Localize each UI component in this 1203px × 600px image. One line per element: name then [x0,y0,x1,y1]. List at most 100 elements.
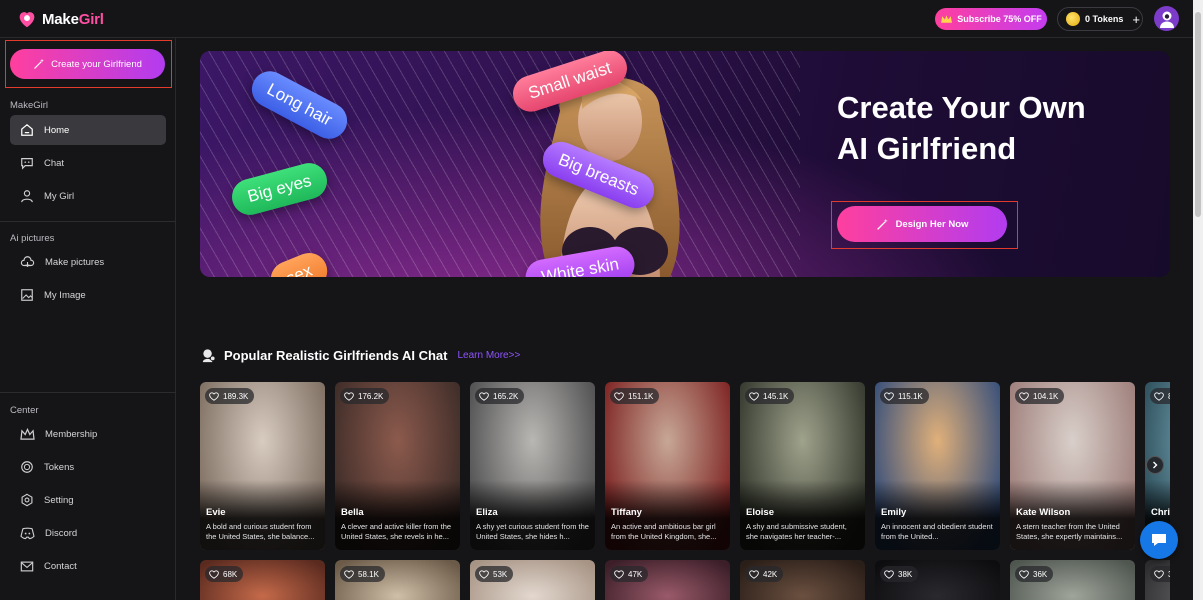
support-chat-button[interactable] [1140,521,1178,559]
card-description: A clever and active killer from the Unit… [341,522,452,541]
magic-wand-icon [34,58,45,69]
app-root: MakeGirl Subscribe 75% OFF 0 Tokens + Cr… [0,0,1203,600]
logo-text: MakeGirl [42,10,104,28]
discord-icon [20,527,35,539]
likes-badge[interactable]: 165.2K [475,388,525,404]
likes-badge[interactable]: 36K [1015,566,1054,582]
sidebar-item-tokens[interactable]: Tokens [10,452,166,482]
likes-badge[interactable]: 53K [475,566,514,582]
learn-more-link[interactable]: Learn More>> [457,350,520,361]
home-icon [21,123,33,136]
sidebar-item-chat[interactable]: Chat [10,148,166,178]
heart-icon [884,391,894,401]
sidebar-item-contact[interactable]: Contact [10,551,166,581]
likes-count: 53K [493,569,508,579]
girlfriend-card[interactable]: 115.1K Emily An innocent and obedient stud… [875,382,1000,550]
sidebar-divider [0,392,176,393]
girlfriend-card[interactable]: 145.1K Eloise A shy and submissive student… [740,382,865,550]
heart-icon [1154,391,1164,401]
girlfriend-card[interactable]: 47K [605,560,730,600]
girlfriend-card[interactable]: 42K [740,560,865,600]
likes-badge[interactable]: 145.1K [745,388,795,404]
magic-wand-icon [876,218,888,230]
card-name: Kate Wilson [1016,507,1071,518]
crown-icon [941,15,953,23]
sidebar-item-setting[interactable]: Setting [10,485,166,515]
sidebar-item-label: Discord [45,527,78,539]
likes-badge[interactable]: 151.1K [610,388,660,404]
logo[interactable]: MakeGirl [16,8,104,30]
likes-badge[interactable]: 42K [745,566,784,582]
likes-badge[interactable]: 58.1K [340,566,385,582]
chat-bubble-icon [1152,534,1166,546]
likes-count: 145.1K [763,391,789,401]
girlfriend-card[interactable]: 38K [875,560,1000,600]
sidebar-item-home[interactable]: Home [10,115,166,145]
hero-title: Create Your Own AI Girlfriend [837,87,1086,169]
likes-count: 115.1K [898,391,923,401]
design-her-now-label: Design Her Now [895,218,969,230]
sidebar-item-discord[interactable]: Discord [10,518,166,548]
scrollbar-thumb[interactable] [1195,12,1201,217]
page-scrollbar[interactable] [1193,0,1203,600]
sidebar-item-membership[interactable]: Membership [10,419,166,449]
heart-icon [1019,569,1029,579]
girlfriend-card[interactable]: 104.1K Kate Wilson A stern teacher from th… [1010,382,1135,550]
heart-icon [344,569,354,579]
girlfriend-card[interactable]: 68K [200,560,325,600]
subscribe-button[interactable]: Subscribe 75% OFF [935,8,1047,30]
user-avatar-icon [1159,11,1174,28]
girlfriend-cards: 189.3K Evie A bold and curious student fro… [200,382,1170,600]
sidebar-item-label: Home [44,124,70,136]
card-name: Bella [341,507,364,518]
girlfriend-card[interactable]: 58.1K [335,560,460,600]
girlfriend-card[interactable]: 36K [1010,560,1135,600]
likes-badge[interactable]: 38K [880,566,919,582]
create-girlfriend-highlight: Create your Girlfriend [5,40,172,88]
likes-badge[interactable]: 189.3K [205,388,255,404]
card-name: Eliza [476,507,498,518]
crown-icon [20,427,35,440]
girlfriend-card[interactable]: 176.2K Bella A clever and active killer fr… [335,382,460,550]
hero-title-line2: AI Girlfriend [837,131,1017,166]
sidebar-divider [0,221,176,222]
card-name: Tiffany [611,507,642,518]
heart-icon [1154,569,1164,579]
girl-chat-icon [202,349,216,363]
likes-badge[interactable]: 176.2K [340,388,390,404]
sidebar-item-my-girl[interactable]: My Girl [10,181,166,211]
design-her-now-highlight: Design Her Now [831,201,1018,249]
sidebar-item-label: Membership [45,428,98,440]
user-avatar[interactable] [1154,6,1179,31]
likes-badge[interactable]: 47K [610,566,649,582]
create-girlfriend-button[interactable]: Create your Girlfriend [10,49,165,79]
girlfriend-card[interactable]: 3 [1145,560,1170,600]
heart-icon [479,569,489,579]
top-bar: MakeGirl Subscribe 75% OFF 0 Tokens + [0,0,1203,38]
girlfriend-card[interactable]: 189.3K Evie A bold and curious student fro… [200,382,325,550]
girlfriend-card[interactable]: 151.1K Tiffany An active and ambitious bar… [605,382,730,550]
tokens-button[interactable]: 0 Tokens + [1057,7,1143,31]
logo-heart-icon [19,12,35,28]
section-title-ai-pictures: Ai pictures [10,233,55,244]
carousel-next-button[interactable] [1146,456,1164,474]
likes-badge[interactable]: 115.1K [880,388,929,404]
heart-icon [749,391,759,401]
card-description: A shy yet curious student from the Unite… [476,522,589,541]
sidebar-item-make-pictures[interactable]: Make pictures [10,247,166,277]
likes-badge[interactable]: 68K [205,566,244,582]
sidebar-item-my-image[interactable]: My Image [10,280,166,310]
heart-icon [209,391,219,401]
likes-count: 36K [1033,569,1048,579]
girlfriend-card[interactable]: 53K [470,560,595,600]
popular-section-header: Popular Realistic Girlfriends AI Chat Le… [201,348,520,363]
likes-badge[interactable]: 104.1K [1015,388,1065,404]
likes-badge[interactable]: 3 [1150,566,1170,582]
design-her-now-button[interactable]: Design Her Now [837,206,1007,242]
coin-icon [21,461,33,473]
girlfriend-card[interactable]: 165.2K Eliza A shy yet curious student fro… [470,382,595,550]
chevron-right-icon [1153,461,1158,469]
heart-icon [749,569,759,579]
likes-count: 165.2K [493,391,519,401]
likes-badge[interactable]: 8 [1150,388,1170,404]
